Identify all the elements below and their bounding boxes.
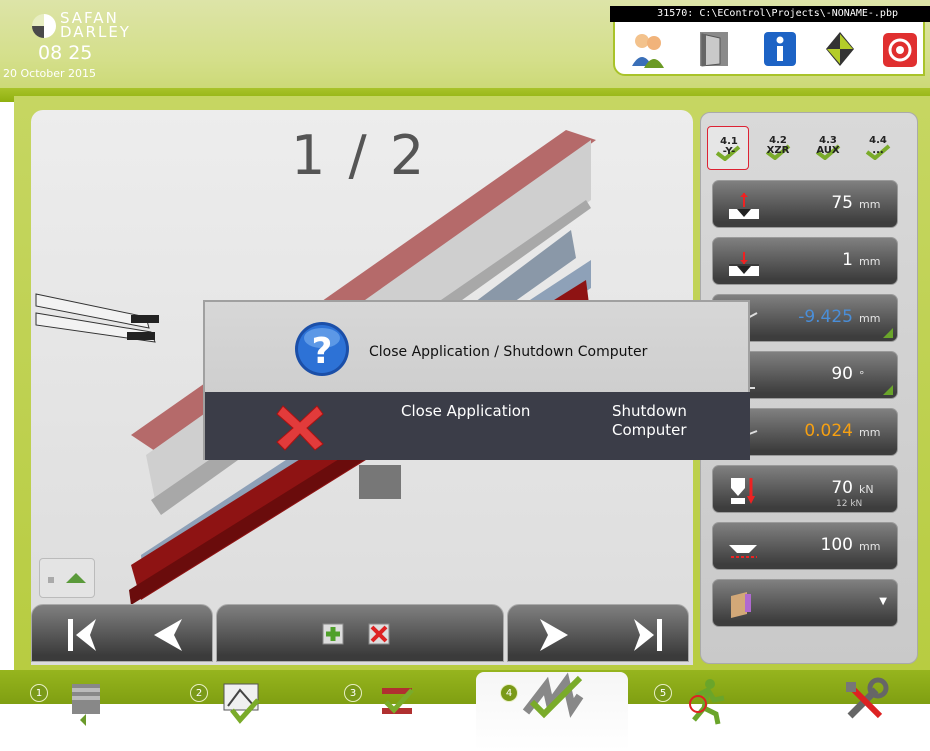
home-arrow-icon	[48, 573, 86, 583]
material-icon	[731, 592, 751, 618]
angle-unit: °	[859, 369, 865, 382]
cancel-button[interactable]	[273, 400, 327, 454]
question-icon: ?	[295, 322, 349, 376]
force-value: 70	[831, 478, 853, 498]
tab-axis-more[interactable]: 4.4...	[857, 126, 899, 170]
force-row[interactable]: 70 kN 12 kN	[712, 465, 898, 513]
step-5-number: 5	[654, 684, 672, 702]
brand-word-2: DARLEY	[60, 23, 131, 41]
users-icon[interactable]	[628, 28, 668, 70]
dialog-title: Close Application / Shutdown Computer	[369, 344, 648, 360]
position-value: -9.425	[798, 307, 853, 327]
dropdown-arrow-icon[interactable]: ▼	[879, 596, 887, 607]
step-1-tools[interactable]: 1	[30, 670, 120, 726]
first-step-button[interactable]	[64, 615, 104, 655]
navigation-bar	[31, 604, 691, 662]
tab-axis-more-label: 4.4...	[869, 135, 887, 156]
close-application-button[interactable]: Close Application	[401, 402, 530, 420]
next-step-button[interactable]	[534, 615, 574, 655]
nav-back-group	[31, 604, 213, 662]
door-icon[interactable]	[694, 28, 734, 70]
correction-unit: mm	[859, 426, 881, 439]
step-4-number: 4	[500, 684, 518, 702]
green-arrow-icon	[883, 385, 893, 395]
shutdown-label-line2: Computer	[612, 421, 687, 439]
tab-axis-y[interactable]: 4.1 -Y-	[707, 126, 749, 170]
closing-value: 1	[842, 250, 853, 270]
step-3-bend-sequence[interactable]: 3	[344, 670, 434, 720]
nav-edit-group	[216, 604, 504, 662]
logo-icon[interactable]	[820, 28, 860, 70]
opening-unit: mm	[859, 198, 881, 211]
info-icon[interactable]	[760, 28, 800, 70]
width-unit: mm	[859, 540, 881, 553]
shutdown-computer-button[interactable]: Shutdown Computer	[612, 402, 732, 440]
position-unit: mm	[859, 312, 881, 325]
step-1-number: 1	[30, 684, 48, 702]
tools-list-icon	[72, 684, 100, 726]
green-arrow-icon	[883, 328, 893, 338]
step-counter: 1 / 2	[291, 124, 428, 187]
tab-axis-aux-label: 4.3 AUX	[816, 135, 840, 156]
step-3-number: 3	[344, 684, 362, 702]
run-icon	[689, 679, 725, 725]
product-check-icon	[223, 683, 260, 724]
brand-logo-icon	[32, 14, 56, 38]
tab-axis-y-label: 4.1 -Y-	[720, 136, 738, 157]
width-icon	[729, 545, 757, 558]
angle-value: 90	[831, 364, 853, 384]
add-step-button[interactable]	[321, 622, 347, 646]
shutdown-label-line1: Shutdown	[612, 402, 687, 420]
svg-text:?: ?	[312, 331, 333, 372]
step-settings[interactable]	[830, 670, 900, 720]
clock-time: 08 25	[38, 42, 93, 64]
bend-sequence-icon	[382, 688, 414, 714]
tab-axis-aux[interactable]: 4.3 AUX	[807, 126, 849, 170]
force-icon	[731, 478, 755, 504]
step-5-run[interactable]: 5	[654, 670, 744, 725]
step-2-number: 2	[190, 684, 208, 702]
bend-program-icon	[522, 672, 584, 719]
force-unit: kN	[859, 483, 874, 496]
tab-axis-xzr[interactable]: 4.2 XZR	[757, 126, 799, 170]
last-step-button[interactable]	[626, 615, 666, 655]
delete-step-button[interactable]	[367, 622, 393, 646]
step-4-bend-program[interactable]: 4	[500, 670, 600, 720]
correction-value: 0.024	[804, 421, 853, 441]
clock-date: 20 October 2015	[3, 67, 97, 80]
view-home-button[interactable]	[39, 558, 95, 598]
width-row[interactable]: 100 mm	[712, 522, 898, 570]
steps-bar-white	[0, 704, 930, 751]
tab-axis-xzr-label: 4.2 XZR	[766, 135, 790, 156]
shutdown-icon[interactable]	[880, 28, 920, 70]
closing-unit: mm	[859, 255, 881, 268]
shutdown-dialog: ? Close Application / Shutdown Computer …	[203, 300, 750, 460]
closing-icon	[729, 252, 759, 276]
steps-bar-bg	[0, 670, 930, 708]
closing-row[interactable]: 1 mm	[712, 237, 898, 285]
opening-row[interactable]: 75 mm	[712, 180, 898, 228]
force-sub-value: 12 kN	[836, 499, 863, 509]
project-path: 31570: C:\EControl\Projects\-NONAME-.pbp	[610, 6, 930, 22]
width-value: 100	[820, 535, 853, 555]
settings-icon	[846, 677, 889, 719]
workflow-steps: 1 2 3 4 5	[0, 670, 930, 751]
opening-value: 75	[831, 193, 853, 213]
dialog-actions: Close Application Shutdown Computer	[205, 392, 750, 460]
material-row[interactable]: ▼	[712, 579, 898, 627]
opening-icon	[729, 193, 759, 219]
step-2-product[interactable]: 2	[190, 670, 280, 724]
brand-logo: SAFAN DARLEY	[30, 10, 150, 40]
previous-step-button[interactable]	[148, 615, 188, 655]
nav-forward-group	[507, 604, 689, 662]
